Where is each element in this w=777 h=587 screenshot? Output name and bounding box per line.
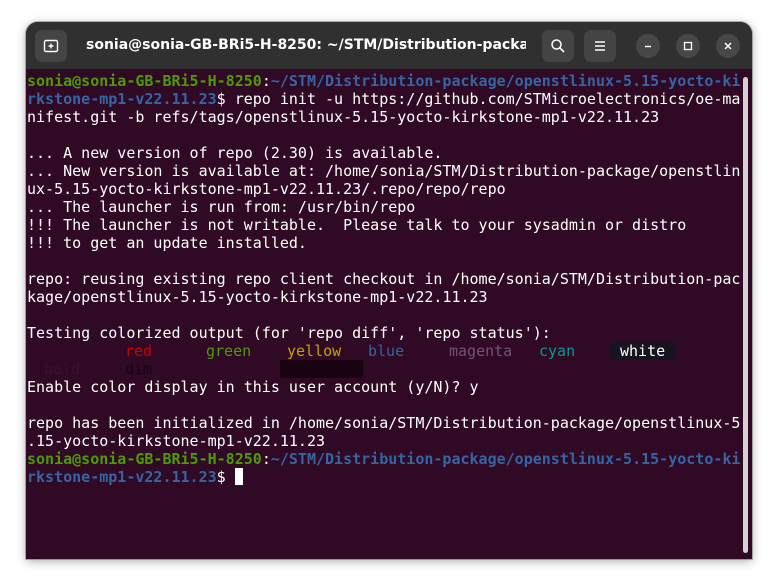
command-text: repo init -u https://github.com/STMicroe…	[234, 90, 741, 108]
prompt-path: ~/STM/Distribution-package/openstlinux-5…	[270, 72, 741, 90]
color-sample-bold: bold	[44, 360, 81, 378]
color-sample-magenta: magenta	[449, 342, 513, 360]
prompt-line-cont: rkstone-mp1-v22.11.23$	[27, 468, 243, 486]
hamburger-menu-icon	[595, 41, 605, 51]
terminal-output[interactable]: sonia@sonia-GB-BRi5-H-8250:~/STM/Distrib…	[26, 69, 740, 559]
maximize-icon	[683, 41, 693, 51]
output-line: repo: reusing existing repo client check…	[27, 270, 741, 288]
output-line: Enable color display in this user accoun…	[27, 378, 479, 396]
output-line: ... New version is available at: /home/s…	[27, 162, 741, 180]
search-button[interactable]	[542, 30, 574, 62]
prompt-dollar: $	[216, 90, 235, 108]
color-sample-white: white	[610, 342, 676, 360]
color-sample-ul: ul	[206, 360, 225, 378]
output-line: ... A new version of repo (2.30) is avai…	[27, 144, 443, 162]
minimize-button[interactable]	[636, 34, 660, 58]
color-sample-blue: blue	[368, 342, 405, 360]
prompt-user: sonia@sonia-GB-BRi5-H-8250	[27, 72, 262, 90]
prompt-user: sonia@sonia-GB-BRi5-H-8250	[27, 450, 262, 468]
prompt-line: sonia@sonia-GB-BRi5-H-8250:~/STM/Distrib…	[27, 72, 740, 90]
window-title: sonia@sonia-GB-BRi5-H-8250: ~/STM/Distri…	[86, 37, 526, 53]
output-line: repo has been initialized in /home/sonia…	[27, 414, 741, 432]
new-tab-button[interactable]	[35, 30, 67, 62]
color-sample-reverse: reverse	[280, 360, 364, 378]
scrollbar[interactable]	[740, 69, 752, 559]
color-sample-black: black	[44, 342, 90, 360]
prompt-sep: :	[261, 450, 271, 468]
output-line: ux-5.15-yocto-kirkstone-mp1-v22.11.23/.r…	[27, 180, 506, 198]
title-bar[interactable]: sonia@sonia-GB-BRi5-H-8250: ~/STM/Distri…	[26, 22, 752, 69]
new-tab-icon	[43, 39, 59, 53]
color-sample-green: green	[206, 342, 252, 360]
output-line: !!! The launcher is not writable. Please…	[27, 216, 687, 234]
maximize-button[interactable]	[676, 34, 700, 58]
prompt-path: ~/STM/Distribution-package/openstlinux-5…	[270, 450, 741, 468]
prompt-path-cont: rkstone-mp1-v22.11.23	[27, 90, 217, 108]
close-icon	[724, 42, 732, 50]
prompt-dollar: $	[216, 468, 235, 486]
output-line: Testing colorized output (for 'repo diff…	[27, 324, 551, 342]
prompt-line: sonia@sonia-GB-BRi5-H-8250:~/STM/Distrib…	[27, 450, 740, 468]
color-sample-yellow: yellow	[287, 342, 342, 360]
color-sample-cyan: cyan	[539, 342, 576, 360]
text-cursor[interactable]	[234, 468, 243, 485]
command-text-cont: nifest.git -b refs/tags/openstlinux-5.15…	[27, 108, 660, 126]
minimize-icon	[645, 45, 651, 48]
terminal-window: sonia@sonia-GB-BRi5-H-8250: ~/STM/Distri…	[26, 22, 752, 559]
prompt-path-cont: rkstone-mp1-v22.11.23	[27, 468, 217, 486]
scrollbar-thumb[interactable]	[743, 77, 748, 553]
output-line: kage/openstlinux-5.15-yocto-kirkstone-mp…	[27, 288, 488, 306]
prompt-line-cont: rkstone-mp1-v22.11.23$ repo init -u http…	[27, 90, 740, 108]
color-sample-red: red	[125, 342, 153, 360]
search-icon	[551, 39, 565, 53]
output-line: !!! to get an update installed.	[27, 234, 307, 252]
output-line: ... The launcher is run from: /usr/bin/r…	[27, 198, 416, 216]
prompt-sep: :	[261, 72, 271, 90]
output-line: .15-yocto-kirkstone-mp1-v22.11.23	[27, 432, 326, 450]
color-sample-dim: dim	[125, 360, 153, 378]
menu-button[interactable]	[584, 30, 616, 62]
close-button[interactable]	[716, 34, 740, 58]
